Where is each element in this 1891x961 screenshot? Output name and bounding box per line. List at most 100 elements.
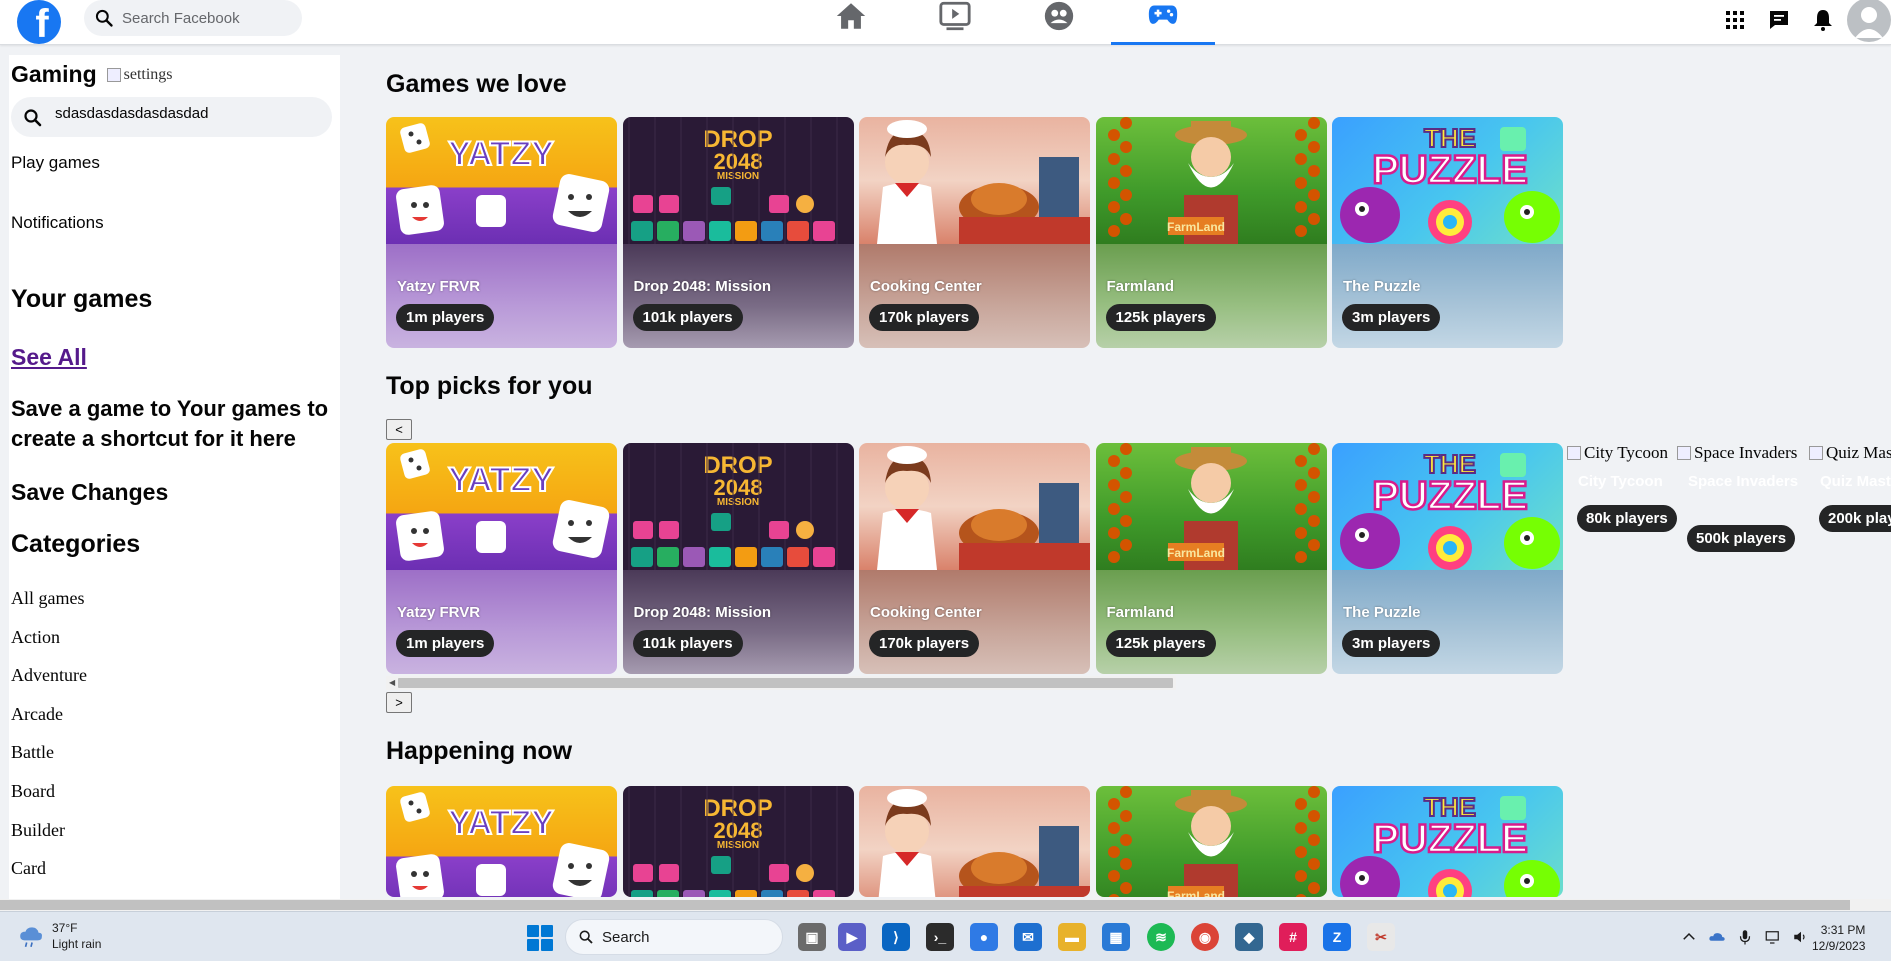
sidebar-search-box[interactable]	[11, 97, 332, 137]
game-card[interactable]: YATZY Yatzy FRVR 1m players	[386, 117, 617, 348]
player-count-badge: 125k players	[1105, 630, 1216, 657]
terminal-icon[interactable]: ›_	[926, 923, 954, 951]
game-thumbnail	[859, 117, 1090, 244]
game-thumbnail: DROP 2048 MISSION	[622, 786, 854, 897]
svg-text:YATZY: YATZY	[448, 461, 554, 499]
see-all-link[interactable]: See All	[11, 344, 87, 371]
svg-text:PUZZLE: PUZZLE	[1372, 817, 1528, 861]
facebook-logo[interactable]: f	[17, 0, 61, 44]
svg-text:PUZZLE: PUZZLE	[1372, 148, 1528, 192]
snipping-tool-icon[interactable]: ✂	[1367, 923, 1395, 951]
save-changes-button[interactable]: Save Changes	[11, 479, 168, 506]
messenger-button[interactable]	[1761, 2, 1797, 38]
weather-temperature: 37°F	[52, 921, 78, 935]
carousel-prev-button[interactable]: <	[386, 419, 412, 440]
gaming-icon	[1148, 5, 1178, 24]
tab-gaming[interactable]	[1111, 0, 1215, 45]
game-card[interactable]: DROP 2048 MISSION	[622, 786, 854, 897]
search-icon	[95, 9, 113, 27]
facebook-search-box[interactable]	[84, 0, 302, 36]
game-card[interactable]: Cooking Center 170k players	[859, 443, 1090, 674]
game-card[interactable]: THE PUZZLE The Puzzle 3m players	[1332, 443, 1563, 674]
settings-icon[interactable]: settings	[106, 66, 173, 84]
game-card[interactable]	[859, 786, 1090, 897]
tab-watch[interactable]	[903, 0, 1007, 45]
teams-icon[interactable]: ▶	[838, 923, 866, 951]
sidebar-item-play-games[interactable]: Play games	[11, 153, 100, 173]
account-avatar[interactable]	[1847, 0, 1891, 42]
taskbar-clock[interactable]: 3:31 PM 12/9/2023	[1812, 922, 1865, 954]
firefox-icon[interactable]: ●	[970, 923, 998, 951]
microphone-icon[interactable]	[1736, 928, 1754, 946]
game-thumbnail: THE PUZZLE	[1332, 117, 1563, 244]
game-card[interactable]: Cooking Center 170k players	[859, 117, 1090, 348]
sidebar-item-notifications[interactable]: Notifications	[11, 213, 104, 233]
save-game-hint: Save a game to Your games to create a sh…	[11, 396, 329, 451]
games-main-area: Games we love Top picks for you Happenin…	[340, 45, 1891, 899]
category-item[interactable]: Adventure	[11, 665, 87, 686]
game-card[interactable]: YATZY Yatzy FRVR 1m players	[386, 443, 617, 674]
top-navbar: f	[0, 0, 1891, 45]
vscode-icon[interactable]: ⟩	[882, 923, 910, 951]
category-item[interactable]: Board	[11, 781, 55, 802]
category-item[interactable]: Builder	[11, 820, 65, 841]
slack-icon[interactable]: #	[1279, 923, 1307, 951]
game-card[interactable]: DROP 2048 MISSION Drop 2048: Mission 101k pl…	[622, 117, 854, 348]
game-card[interactable]: YATZY	[386, 786, 617, 897]
game-thumbnail: FarmLand	[1095, 786, 1327, 897]
start-button[interactable]	[527, 925, 553, 951]
game-card[interactable]: FarmLand Farmland 125k players	[1095, 443, 1327, 674]
spotify-icon[interactable]: ≋	[1147, 923, 1175, 951]
store-icon[interactable]: ▦	[1102, 923, 1130, 951]
game-title: Yatzy FRVR	[397, 604, 481, 621]
taskbar-search[interactable]: Search	[565, 919, 783, 955]
z-app-icon[interactable]: Z	[1323, 923, 1351, 951]
tab-home[interactable]	[799, 0, 903, 45]
svg-text:FarmLand: FarmLand	[1166, 546, 1224, 560]
task-view-icon[interactable]: ▣	[798, 923, 826, 951]
your-games-heading: Your games	[11, 285, 153, 313]
carousel-scrollbar[interactable]: ◀	[386, 676, 1176, 690]
game-card[interactable]: FarmLand Farmland 125k players	[1095, 117, 1327, 348]
game-card-broken-image[interactable]: City Tycoon City Tycoon 80k players	[1567, 443, 1677, 532]
game-title: Quiz Master	[1820, 473, 1891, 490]
category-item[interactable]: All games	[11, 588, 85, 609]
tab-groups[interactable]	[1007, 0, 1111, 45]
player-count-badge: 101k players	[632, 630, 743, 657]
game-card[interactable]: FarmLand	[1095, 786, 1327, 897]
chrome-icon[interactable]: ◉	[1191, 923, 1219, 951]
category-item[interactable]: Battle	[11, 742, 54, 763]
player-count-badge: 1m players	[396, 630, 495, 657]
menu-button[interactable]	[1717, 2, 1753, 38]
player-count-badge: 200k players	[1819, 505, 1891, 532]
category-item[interactable]: Action	[11, 627, 60, 648]
system-tray	[1680, 912, 1820, 961]
file-explorer-icon[interactable]: ▬	[1058, 923, 1086, 951]
category-item[interactable]: Card	[11, 858, 46, 879]
chevron-up-icon[interactable]	[1680, 928, 1698, 946]
player-count-badge: 170k players	[869, 304, 980, 331]
game-card[interactable]: THE PUZZLE	[1332, 786, 1563, 897]
category-item[interactable]: Arcade	[11, 704, 63, 725]
facebook-search-input[interactable]	[122, 9, 292, 27]
page-horizontal-scrollbar[interactable]	[0, 899, 1891, 911]
section-title-happening-now: Happening now	[386, 737, 573, 765]
notifications-button[interactable]	[1805, 2, 1841, 38]
game-title: Drop 2048: Mission	[633, 278, 772, 295]
player-count-badge: 125k players	[1105, 304, 1216, 331]
volume-icon[interactable]	[1792, 928, 1810, 946]
mail-icon[interactable]: ✉	[1014, 923, 1042, 951]
sidebar-search-input[interactable]	[55, 104, 315, 122]
carousel-next-button[interactable]: >	[386, 692, 412, 713]
network-icon[interactable]	[1764, 928, 1782, 946]
bell-icon	[1814, 10, 1832, 31]
svg-text:YATZY: YATZY	[448, 135, 554, 173]
game-card-broken-image[interactable]: Space Invaders Space Invaders 500k players	[1677, 443, 1798, 552]
game-card[interactable]: DROP 2048 MISSION Drop 2048: Mission 101k pl…	[622, 443, 854, 674]
game-card-broken-image[interactable]: Quiz Master Quiz Master 200k players	[1809, 443, 1891, 532]
game-card[interactable]: THE PUZZLE The Puzzle 3m players	[1332, 117, 1563, 348]
onedrive-icon[interactable]	[1708, 928, 1726, 946]
weather-widget[interactable]: 37°F Light rain	[18, 920, 101, 952]
svg-text:FarmLand: FarmLand	[1166, 889, 1224, 897]
postgres-icon[interactable]: ◆	[1235, 923, 1263, 951]
